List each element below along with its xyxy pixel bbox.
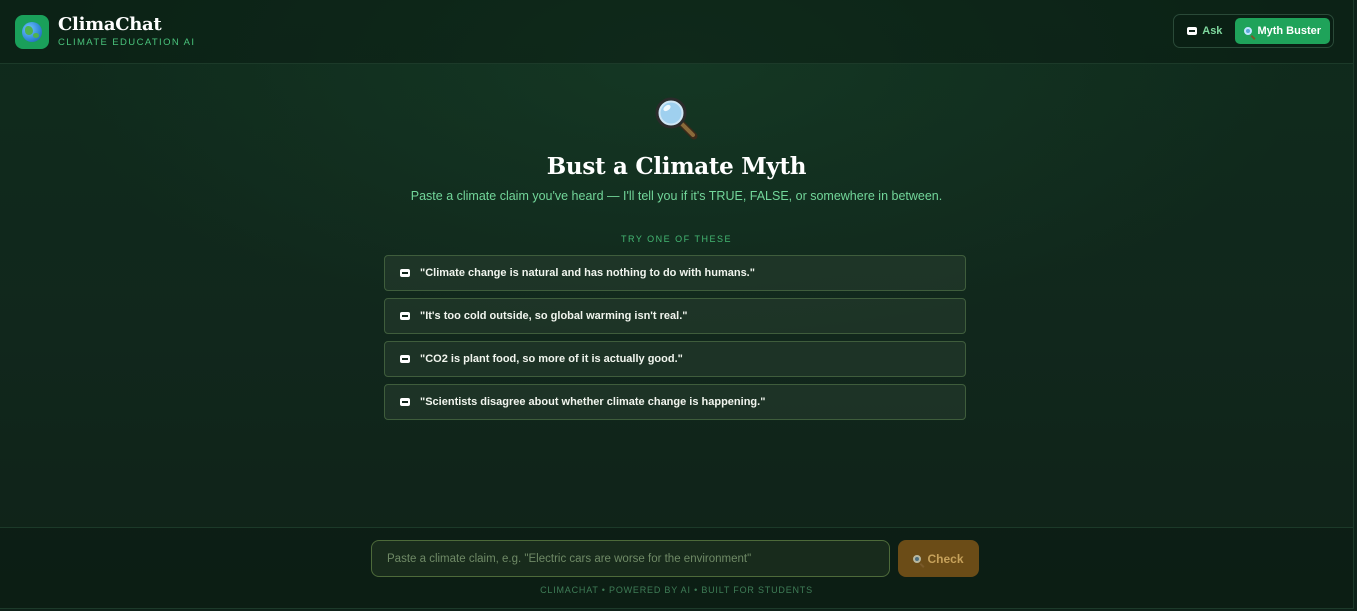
chat-icon <box>1187 27 1198 35</box>
footer-credits: CLIMACHAT • POWERED BY AI • BUILT FOR ST… <box>540 585 813 595</box>
chat-icon <box>400 355 410 363</box>
ask-mode-button[interactable]: Ask <box>1178 18 1231 44</box>
logo <box>15 15 49 49</box>
suggestion-list: "Climate change is natural and has nothi… <box>384 255 966 420</box>
suggestion-item[interactable]: "It's too cold outside, so global warmin… <box>384 298 966 334</box>
suggestion-item[interactable]: "Scientists disagree about whether clima… <box>384 384 966 420</box>
magnifier-icon <box>913 554 922 563</box>
page-title: Bust a Climate Myth <box>546 153 807 180</box>
suggestion-text: "Scientists disagree about whether clima… <box>420 396 766 408</box>
composer-bar: Check CLIMACHAT • POWERED BY AI • BUILT … <box>0 527 1353 608</box>
myth-buster-mode-label: Myth Buster <box>1257 25 1321 37</box>
suggestion-text: "CO2 is plant food, so more of it is act… <box>420 353 683 365</box>
claim-input[interactable] <box>371 540 890 577</box>
suggestion-text: "It's too cold outside, so global warmin… <box>420 310 688 322</box>
chat-icon <box>400 269 410 277</box>
suggestions-label: TRY ONE OF THESE <box>620 234 733 244</box>
page-subtitle: Paste a climate claim you've heard — I'l… <box>410 189 943 203</box>
magnifier-icon <box>655 97 698 140</box>
chat-icon <box>400 398 410 406</box>
app-window: ClimaChat CLIMATE EDUCATION AI Ask Myth … <box>0 0 1354 609</box>
suggestion-item[interactable]: "Climate change is natural and has nothi… <box>384 255 966 291</box>
header: ClimaChat CLIMATE EDUCATION AI Ask Myth … <box>0 0 1353 64</box>
check-button-label: Check <box>927 551 964 566</box>
ask-mode-label: Ask <box>1202 25 1223 37</box>
globe-icon <box>22 22 42 42</box>
chat-icon <box>400 312 410 320</box>
app-subtitle: CLIMATE EDUCATION AI <box>58 37 196 48</box>
myth-buster-mode-button[interactable]: Myth Buster <box>1235 18 1330 44</box>
suggestion-text: "Climate change is natural and has nothi… <box>420 267 755 279</box>
app-title: ClimaChat <box>58 14 162 35</box>
suggestion-item[interactable]: "CO2 is plant food, so more of it is act… <box>384 341 966 377</box>
mode-switch: Ask Myth Buster <box>1173 14 1334 48</box>
check-button[interactable]: Check <box>898 540 979 577</box>
magnifier-icon <box>1244 27 1253 35</box>
